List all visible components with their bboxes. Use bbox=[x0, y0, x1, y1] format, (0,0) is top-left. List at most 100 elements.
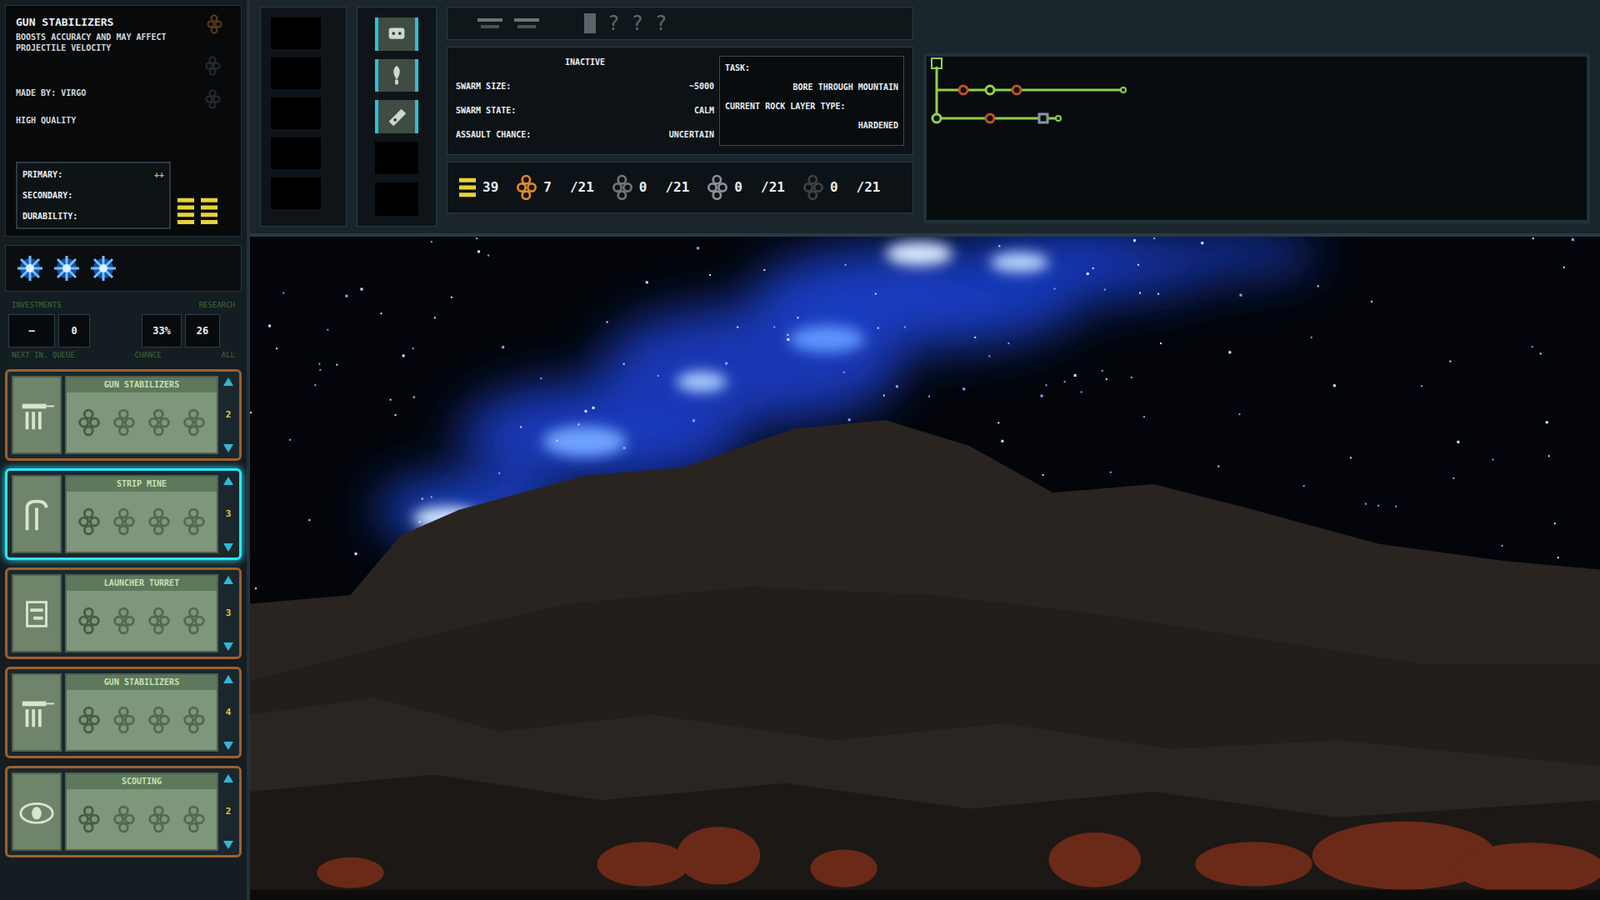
investment-values: —033%26 bbox=[8, 314, 239, 348]
tree-node bbox=[932, 114, 941, 123]
up-arrow-icon bbox=[223, 675, 234, 684]
cluster-icon bbox=[612, 174, 633, 201]
queue-icon-box bbox=[11, 673, 62, 752]
unknown-mark: ? bbox=[607, 13, 620, 34]
stats-box: PRIMARY:++ SECONDARY: DURABILITY: bbox=[15, 161, 171, 230]
queue-card[interactable]: GUN STABILIZERS 2 bbox=[5, 369, 242, 461]
bars-icon bbox=[459, 176, 476, 199]
task-label: TASK: bbox=[725, 61, 899, 75]
tech-tree bbox=[923, 53, 1590, 224]
crystal-icon bbox=[89, 254, 118, 283]
investment-label: INVESTMENTS bbox=[11, 300, 62, 312]
cluster-icon bbox=[78, 606, 100, 635]
unknown-mark: ? bbox=[630, 13, 643, 34]
durability-bar-icon bbox=[200, 197, 218, 226]
cluster-icon bbox=[148, 805, 170, 834]
tool-button[interactable] bbox=[375, 100, 419, 134]
empty-slot bbox=[270, 177, 321, 210]
turret-icon bbox=[17, 594, 56, 633]
branch-end bbox=[1055, 115, 1061, 121]
rock-value: HARDENED bbox=[725, 119, 899, 132]
cluster-icon bbox=[148, 408, 170, 437]
queue-card[interactable]: GUN STABILIZERS4 bbox=[5, 666, 242, 759]
queue-main: SCOUTING bbox=[65, 772, 219, 851]
resource-value: 0 bbox=[639, 177, 648, 198]
cluster-icon bbox=[113, 507, 135, 536]
cluster-icon bbox=[113, 408, 135, 437]
eye-icon bbox=[17, 792, 56, 831]
up-arrow-icon bbox=[223, 377, 234, 386]
swarm-icon bbox=[477, 15, 503, 32]
queue-icon-box bbox=[11, 772, 62, 851]
tree-trunk bbox=[935, 66, 939, 119]
resource-max: /21 bbox=[760, 177, 785, 198]
cluster-icon bbox=[148, 606, 170, 635]
main-area: ??? INACTIVESWARM SIZE:~5000SWARM STATE:… bbox=[250, 0, 1600, 900]
queue-count-column: 3 bbox=[221, 475, 235, 554]
up-arrow-icon bbox=[223, 774, 234, 783]
queue-card[interactable]: SCOUTING2 bbox=[5, 765, 242, 858]
detail-panel: GUN STABILIZERSBOOSTS ACCURACY AND MAY A… bbox=[5, 5, 242, 237]
tree-node bbox=[985, 85, 995, 95]
field-value: ~5000 bbox=[689, 80, 715, 93]
stats-row: PRIMARY:++ SECONDARY: DURABILITY: bbox=[15, 161, 231, 230]
resource-max: /21 bbox=[856, 177, 881, 198]
cluster-icon bbox=[113, 805, 135, 834]
swarm-fields: INACTIVESWARM SIZE:~5000SWARM STATE:CALM… bbox=[455, 55, 715, 146]
slot-column bbox=[260, 6, 347, 227]
drill-icon bbox=[384, 62, 410, 88]
tool-button[interactable] bbox=[375, 59, 419, 93]
queue-icon-box bbox=[11, 475, 62, 554]
field-value: UNCERTAIN bbox=[669, 128, 715, 141]
queue-icon-box bbox=[11, 375, 62, 455]
durability-bars bbox=[177, 197, 218, 230]
task-box: TASK: BORE THROUGH MOUNTAIN CURRENT ROCK L… bbox=[719, 55, 905, 146]
resource-max: /21 bbox=[570, 177, 595, 198]
queue-count: 4 bbox=[225, 705, 232, 720]
night-mountain-scene bbox=[250, 236, 1600, 900]
queue-card[interactable]: STRIP MINE3 bbox=[5, 468, 242, 560]
stat-label: SECONDARY: bbox=[22, 189, 73, 202]
mine-icon bbox=[17, 495, 56, 534]
cluster-icon bbox=[183, 408, 205, 437]
rock-label: CURRENT ROCK LAYER TYPE: bbox=[725, 100, 899, 113]
cluster-icon bbox=[183, 705, 205, 735]
task-value: BORE THROUGH MOUNTAIN bbox=[725, 80, 899, 94]
resource: 7/21 bbox=[516, 174, 595, 201]
down-arrow-icon bbox=[223, 840, 234, 850]
investment-value: 33% bbox=[141, 314, 182, 348]
resource: 0/21 bbox=[803, 174, 881, 201]
stat-row: DURABILITY: bbox=[22, 210, 165, 223]
tool-button[interactable] bbox=[375, 17, 419, 51]
queue-title: SCOUTING bbox=[66, 774, 217, 790]
up-arrow-icon bbox=[223, 575, 234, 585]
stat-value: ++ bbox=[154, 168, 165, 181]
up-arrow-icon bbox=[223, 476, 234, 485]
swarm-field: SWARM SIZE:~5000 bbox=[455, 80, 715, 93]
down-arrow-icon bbox=[223, 642, 234, 651]
investment-label: RESEARCH bbox=[199, 300, 235, 312]
resource: 0/21 bbox=[612, 174, 690, 201]
cluster-icon bbox=[803, 174, 824, 201]
empty-slot bbox=[270, 137, 321, 170]
tree-node bbox=[1012, 85, 1021, 95]
field-label: ASSAULT CHANCE: bbox=[455, 128, 531, 141]
stat-row: PRIMARY:++ bbox=[22, 168, 165, 181]
top-bar: ??? INACTIVESWARM SIZE:~5000SWARM STATE:… bbox=[250, 0, 1600, 237]
resource: 0/21 bbox=[707, 174, 785, 201]
cluster-icon bbox=[183, 606, 205, 635]
empty-slot bbox=[270, 97, 321, 130]
item-title: GUN STABILIZERS bbox=[15, 15, 231, 30]
queue-title: GUN STABILIZERS bbox=[66, 377, 217, 393]
tree-diagram bbox=[926, 56, 1344, 157]
game-viewport[interactable] bbox=[250, 236, 1600, 900]
resource-value: 39 bbox=[482, 177, 499, 198]
queue-count: 2 bbox=[225, 408, 232, 423]
empty-slot bbox=[375, 141, 419, 175]
queue-main: LAUNCHER TURRET bbox=[65, 574, 219, 653]
stat-row: SECONDARY: bbox=[22, 189, 165, 202]
queue-card[interactable]: LAUNCHER TURRET3 bbox=[5, 567, 242, 660]
root-icon bbox=[931, 58, 942, 69]
stat-label: DURABILITY: bbox=[22, 210, 78, 223]
research-queue: GUN STABILIZERS2STRIP MINE3LAUNCHER TURR… bbox=[5, 369, 242, 895]
